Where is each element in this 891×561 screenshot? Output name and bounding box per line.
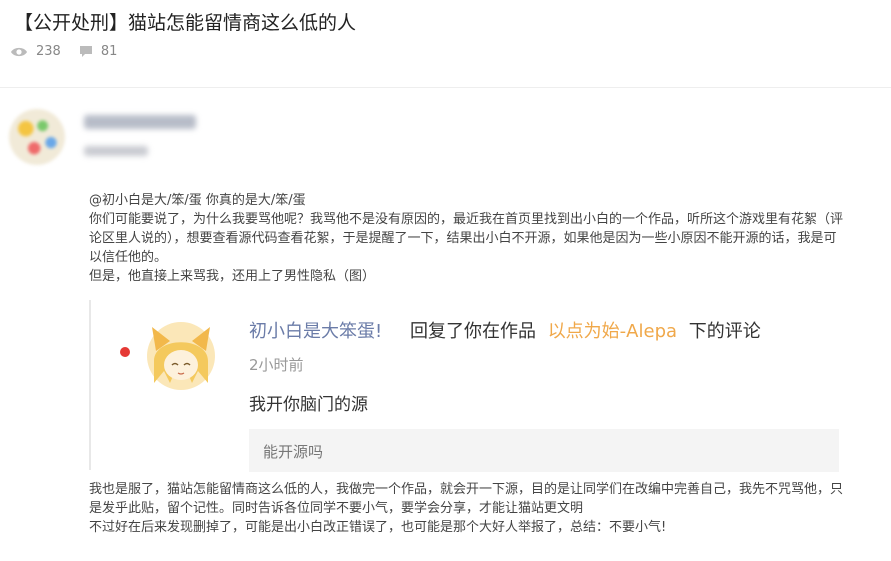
replier-avatar — [147, 322, 215, 390]
eye-icon — [11, 47, 27, 56]
comment-count-text: 81 — [100, 44, 118, 59]
header-divider — [0, 87, 891, 88]
paragraph-2: 但是，他直接上来骂我，还用上了男性隐私（图） — [89, 269, 376, 284]
comment-count: 81 — [79, 44, 118, 59]
embedded-screenshot: 初小白是大笨蛋! 回复了你在作品 以点为始-Alepa 下的评论 2小时前 我开… — [100, 300, 860, 475]
post-content-top: @初小白是大/笨/蛋 你真的是大/笨/蛋 你们可能要说了，为什么我要骂他呢？我骂… — [89, 191, 849, 286]
author-name[interactable] — [84, 115, 196, 129]
author-meta — [84, 146, 148, 156]
reply-text: 我开你脑门的源 — [249, 395, 368, 415]
post-stats: 238 81 — [10, 44, 135, 59]
quote-bar — [89, 300, 91, 470]
mention-line: @初小白是大/笨/蛋 你真的是大/笨/蛋 — [89, 193, 306, 208]
post-title: 【公开处刑】猫站怎能留情商这么低的人 — [14, 12, 357, 34]
author-avatar[interactable] — [9, 109, 65, 165]
unread-dot — [120, 347, 130, 357]
paragraph-3: 我也是服了，猫站怎能留情商这么低的人，我做完一个作品，就会开一下源，目的是让同学… — [89, 482, 844, 516]
quoted-comment: 能开源吗 — [249, 429, 839, 472]
view-count-text: 238 — [36, 44, 61, 59]
reply-header: 初小白是大笨蛋! 回复了你在作品 以点为始-Alepa 下的评论 — [249, 317, 761, 343]
reply-action: 回复了你在作品 — [409, 321, 536, 342]
work-link[interactable]: 以点为始-Alepa — [548, 321, 677, 342]
replier-name[interactable]: 初小白是大笨蛋! — [249, 321, 382, 342]
paragraph-4: 不过好在后来发现删掉了，可能是出小白改正错误了，也可能是那个大好人举报了，总结：… — [89, 520, 667, 535]
post-content-bottom: 我也是服了，猫站怎能留情商这么低的人，我做完一个作品，就会开一下源，目的是让同学… — [89, 480, 849, 537]
view-count: 238 — [10, 44, 61, 59]
quoted-comment-text: 能开源吗 — [263, 443, 324, 461]
paragraph-1: 你们可能要说了，为什么我要骂他呢？我骂他不是没有原因的，最近我在首页里找到出小白… — [89, 212, 844, 265]
reply-time: 2小时前 — [249, 356, 304, 374]
comment-icon — [79, 46, 92, 57]
reply-action-suffix: 下的评论 — [688, 321, 761, 342]
